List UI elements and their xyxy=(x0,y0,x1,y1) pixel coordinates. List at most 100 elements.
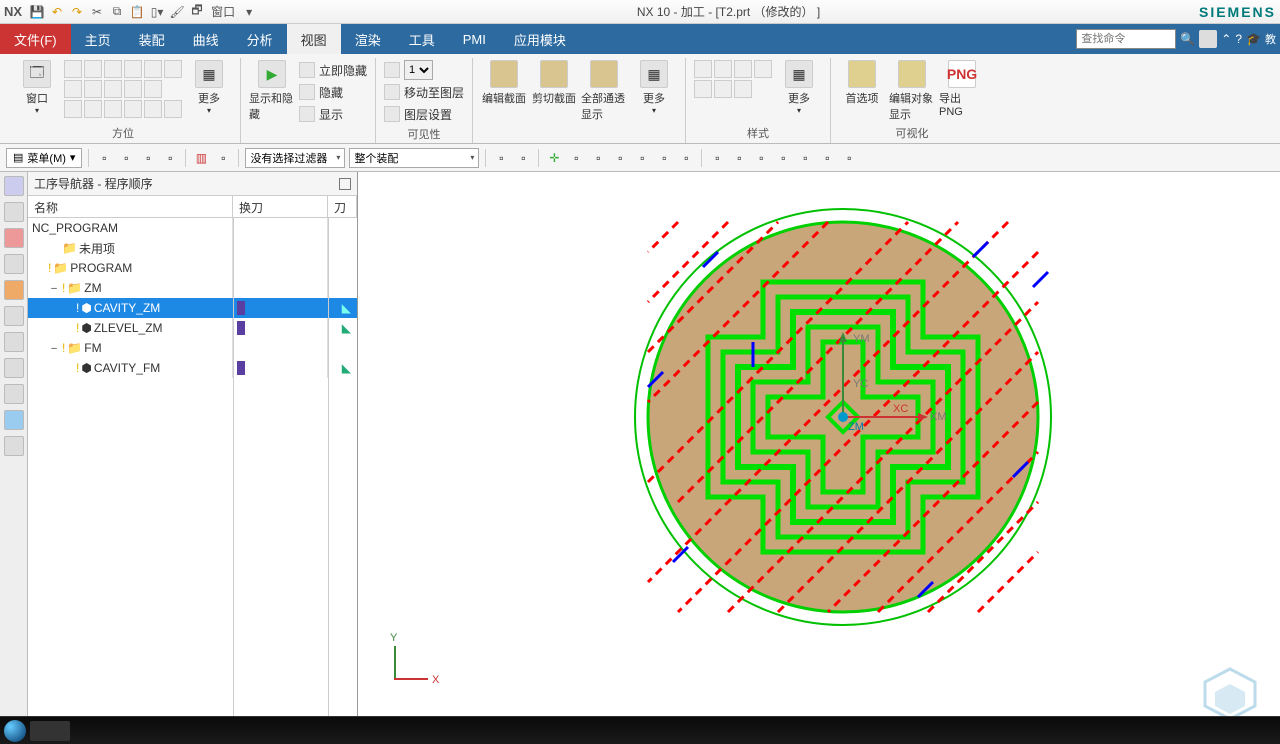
t-ic-a[interactable]: ▫ xyxy=(492,149,510,167)
teach-label[interactable]: 教 xyxy=(1265,31,1276,47)
see-thru[interactable]: 全部通透显示 xyxy=(581,60,627,122)
tab-render[interactable]: 渲染 xyxy=(341,24,395,54)
more-orientation[interactable]: ▦更多▾ xyxy=(186,60,232,115)
more-style[interactable]: ▦更多▾ xyxy=(776,60,822,115)
graphics-viewport[interactable]: YM YC XC XM ZM Y X xyxy=(358,172,1280,744)
tree-root: NC_PROGRAM xyxy=(28,218,357,238)
tab-appmodule[interactable]: 应用模块 xyxy=(500,24,580,54)
tab-assembly[interactable]: 装配 xyxy=(125,24,179,54)
t-ic-h[interactable]: ▫ xyxy=(655,149,673,167)
window-title: NX 10 - 加工 - [T2.prt （修改的） ] xyxy=(258,3,1199,20)
windows-taskbar[interactable] xyxy=(0,716,1280,744)
t-ic-n[interactable]: ▫ xyxy=(796,149,814,167)
hide[interactable]: 隐藏 xyxy=(299,82,367,102)
filter-select-1[interactable]: 没有选择过滤器▾ xyxy=(245,148,345,168)
sel-icon-3[interactable]: ▫ xyxy=(139,149,157,167)
sel-icon-5[interactable]: ▥ xyxy=(192,149,210,167)
lb-icon-3[interactable] xyxy=(4,228,24,248)
lb-part-icon[interactable] xyxy=(4,202,24,222)
move-to-layer[interactable]: 移动至图层 xyxy=(384,82,464,102)
lb-nav-icon[interactable] xyxy=(4,176,24,196)
tree-zlevel-zm: ! ⬢ ZLEVEL_ZM◣ xyxy=(28,318,357,338)
col-tool[interactable]: 刀 xyxy=(328,196,357,217)
lb-icon-6[interactable] xyxy=(4,306,24,326)
col-name[interactable]: 名称 xyxy=(28,196,233,217)
window-icon[interactable]: 🗗 xyxy=(188,3,206,21)
t-ic-f[interactable]: ▫ xyxy=(611,149,629,167)
t-ic-d[interactable]: ▫ xyxy=(567,149,585,167)
cut-icon[interactable]: ✂ xyxy=(88,3,106,21)
t-ic-o[interactable]: ▫ xyxy=(818,149,836,167)
command-search[interactable] xyxy=(1076,29,1176,49)
tab-analysis[interactable]: 分析 xyxy=(233,24,287,54)
paste-icon[interactable]: 📋 xyxy=(128,3,146,21)
lb-icon-9[interactable] xyxy=(4,384,24,404)
layer-select[interactable]: 1 xyxy=(384,60,464,80)
filter-select-2[interactable]: 整个装配▾ xyxy=(349,148,479,168)
lb-icon-7[interactable] xyxy=(4,332,24,352)
more-section[interactable]: ▦更多▾ xyxy=(631,60,677,115)
sel-icon-4[interactable]: ▫ xyxy=(161,149,179,167)
tab-view[interactable]: 视图 xyxy=(287,24,341,54)
col-toolchange[interactable]: 换刀 xyxy=(233,196,328,217)
save-icon[interactable]: 💾 xyxy=(28,3,46,21)
tab-home[interactable]: 主页 xyxy=(71,24,125,54)
lb-icon-11[interactable] xyxy=(4,436,24,456)
t-ic-e[interactable]: ▫ xyxy=(589,149,607,167)
edit-obj-display[interactable]: 编辑对象显示 xyxy=(889,60,935,122)
tab-pmi[interactable]: PMI xyxy=(449,24,500,54)
t-ic-k[interactable]: ▫ xyxy=(730,149,748,167)
operation-tree[interactable]: NC_PROGRAM 📁 未用项 ! 📁 PROGRAM –! 📁 ZM ! ⬢… xyxy=(28,218,357,728)
lb-icon-4[interactable] xyxy=(4,254,24,274)
start-button-icon[interactable] xyxy=(4,720,26,742)
chevron-down-icon[interactable]: ▾ xyxy=(240,3,258,21)
t-ic-j[interactable]: ▫ xyxy=(708,149,726,167)
copy-icon[interactable]: ⧉ xyxy=(108,3,126,21)
menu-button[interactable]: ▤ 菜单(M) ▾ xyxy=(6,148,82,168)
svg-text:XC: XC xyxy=(893,403,908,415)
undo-icon[interactable]: ↶ xyxy=(48,3,66,21)
export-png[interactable]: PNG导出 PNG xyxy=(939,60,985,118)
t-ic-p[interactable]: ▫ xyxy=(840,149,858,167)
ribbon-group-style: ▦更多▾ 样式 xyxy=(686,58,831,143)
lb-icon-5[interactable] xyxy=(4,280,24,300)
search-icon[interactable]: 🔍 xyxy=(1180,32,1195,46)
file-menu[interactable]: 文件(F) xyxy=(0,24,71,54)
lb-icon-10[interactable] xyxy=(4,410,24,430)
show[interactable]: 显示 xyxy=(299,104,367,124)
tab-tools[interactable]: 工具 xyxy=(395,24,449,54)
ribbon-group-orientation: 🗔窗口▾ ▦更多▾ 方位 xyxy=(6,58,241,143)
window-menu[interactable]: 窗口 xyxy=(208,3,238,21)
style-icons[interactable] xyxy=(694,60,772,98)
taskbar-item[interactable] xyxy=(30,721,70,741)
t-ic-m[interactable]: ▫ xyxy=(774,149,792,167)
collapse-ribbon-icon[interactable]: ⌃ xyxy=(1221,32,1231,46)
layer-settings[interactable]: 图层设置 xyxy=(384,104,464,124)
clip-section[interactable]: 剪切截面 xyxy=(531,60,577,106)
orientation-icons[interactable] xyxy=(64,60,182,118)
graduation-icon[interactable]: 🎓 xyxy=(1246,32,1261,46)
hide-now[interactable]: 立即隐藏 xyxy=(299,60,367,80)
help-icon[interactable]: ? xyxy=(1235,32,1242,46)
t-ic-g[interactable]: ▫ xyxy=(633,149,651,167)
window-button[interactable]: 🗔窗口▾ xyxy=(14,60,60,115)
redo-icon[interactable]: ↷ xyxy=(68,3,86,21)
sel-icon-2[interactable]: ▫ xyxy=(117,149,135,167)
doc-icon[interactable]: ▯▾ xyxy=(148,3,166,21)
brush-icon[interactable]: 🖌 xyxy=(168,3,186,21)
maximize-icon[interactable] xyxy=(339,178,351,190)
edit-section[interactable]: 编辑截面 xyxy=(481,60,527,106)
sel-icon-1[interactable]: ▫ xyxy=(95,149,113,167)
lb-icon-8[interactable] xyxy=(4,358,24,378)
nav-header: 工序导航器 - 程序顺序 xyxy=(28,172,357,196)
t-ic-l[interactable]: ▫ xyxy=(752,149,770,167)
tree-program: ! 📁 PROGRAM xyxy=(28,258,357,278)
preferences[interactable]: 首选项 xyxy=(839,60,885,106)
sel-icon-6[interactable]: ▫ xyxy=(214,149,232,167)
tab-curve[interactable]: 曲线 xyxy=(179,24,233,54)
fullscreen-icon[interactable] xyxy=(1199,30,1217,48)
t-ic-c[interactable]: ✛ xyxy=(545,149,563,167)
t-ic-i[interactable]: ▫ xyxy=(677,149,695,167)
show-hide-button[interactable]: ▶显示和隐藏 xyxy=(249,60,295,122)
t-ic-b[interactable]: ▫ xyxy=(514,149,532,167)
